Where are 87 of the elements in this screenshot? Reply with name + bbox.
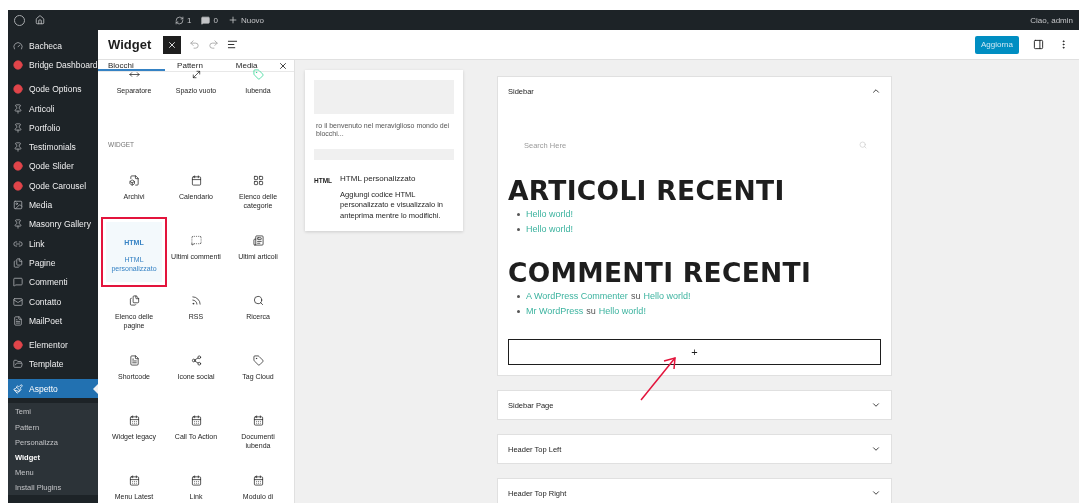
admin-nav-link[interactable]: Commenti	[8, 272, 98, 292]
circle-icon	[13, 161, 23, 172]
comments-link[interactable]: 0	[201, 15, 218, 25]
admin-nav-link[interactable]: Pagine	[8, 253, 98, 273]
folder-icon	[13, 359, 23, 370]
admin-nav-link[interactable]: Qode Options	[8, 79, 98, 99]
inserter-tab[interactable]: Blocchi	[98, 60, 165, 71]
pin-icon	[13, 122, 23, 133]
tag-icon	[252, 69, 264, 80]
tag-icon	[252, 355, 264, 366]
admin-nav-link[interactable]: Masonry Gallery	[8, 214, 98, 234]
section-heading: ARTICOLI RECENTI	[508, 175, 786, 206]
link-icon	[13, 238, 23, 249]
section-heading: COMMENTI RECENTI	[508, 257, 813, 288]
calendar-icon	[190, 475, 202, 486]
pages-icon	[128, 295, 140, 306]
add-block-button[interactable]: +	[508, 339, 881, 365]
admin-nav-link[interactable]: Media	[8, 195, 98, 215]
admin-nav-link[interactable]: Articoli	[8, 98, 98, 119]
refresh-icon	[175, 15, 184, 25]
bullet-icon	[517, 227, 520, 231]
envelope-icon	[13, 296, 23, 307]
annotation-arrow	[640, 357, 676, 401]
comment-icon	[190, 235, 202, 246]
admin-nav-link[interactable]: Elementor	[8, 335, 98, 355]
pin-icon	[13, 142, 23, 153]
gauge-icon	[13, 40, 23, 51]
circle-icon	[13, 340, 23, 351]
admin-nav-link[interactable]: Qode Slider	[8, 156, 98, 177]
calendar-icon	[190, 415, 202, 426]
admin-nav-link[interactable]: Bridge Dashboard	[8, 55, 98, 75]
list-text: su	[586, 305, 596, 317]
search-icon	[252, 295, 264, 306]
updates-link[interactable]: 1	[175, 15, 192, 25]
comment-icon	[13, 277, 23, 288]
shortcode-icon	[128, 355, 140, 366]
calendar-icon	[128, 415, 140, 426]
chevron-up-icon	[871, 86, 881, 96]
bullet-icon	[517, 309, 520, 313]
bullet-icon	[517, 294, 520, 298]
admin-nav-link[interactable]: Testimonials	[8, 137, 98, 157]
admin-nav-link[interactable]: Aspetto	[8, 379, 98, 399]
calendar-icon	[128, 475, 140, 486]
circle-icon	[13, 84, 23, 95]
list-icon	[252, 235, 264, 246]
resize-icon	[190, 69, 202, 80]
calendar-icon	[252, 475, 264, 486]
list-text: su	[630, 290, 641, 302]
close-icon	[167, 39, 178, 50]
close-icon[interactable]	[278, 60, 288, 71]
plus-icon	[227, 15, 238, 25]
calendar-icon	[190, 175, 202, 186]
list-view-icon[interactable]	[227, 39, 239, 50]
media-icon	[13, 200, 23, 210]
pin-icon	[13, 219, 23, 230]
chevron-down-icon	[871, 444, 881, 454]
separator-icon	[128, 69, 140, 80]
greeting-link[interactable]: Ciao, admin	[1030, 15, 1073, 25]
paintbrush-icon	[13, 383, 23, 394]
circle-icon	[13, 59, 23, 70]
preview-title: HTML personalizzato	[340, 173, 417, 183]
sidebar-toggle-icon[interactable]	[1033, 39, 1044, 50]
admin-nav-link[interactable]: Template	[8, 354, 98, 375]
archive-icon	[128, 175, 140, 186]
grid-icon	[252, 175, 264, 186]
circle-icon	[13, 180, 23, 191]
page-title: Widget	[108, 37, 152, 52]
calendar-icon	[252, 415, 264, 426]
admin-nav-link[interactable]: Qode Carousel	[8, 176, 98, 196]
inserter-toggle[interactable]	[163, 35, 182, 54]
rss-icon	[190, 295, 202, 306]
share-icon	[190, 355, 202, 366]
inserter-tab[interactable]: Pattern	[164, 60, 222, 71]
comment-icon	[201, 15, 211, 25]
chevron-down-icon	[871, 400, 881, 410]
new-link[interactable]: Nuovo	[227, 15, 265, 25]
admin-nav-link[interactable]: Portfolio	[8, 118, 98, 138]
pages-icon	[13, 257, 23, 268]
chevron-down-icon	[871, 488, 881, 498]
admin-nav-link[interactable]: Bacheca	[8, 36, 98, 56]
home-icon[interactable]	[35, 15, 45, 25]
inserter-tab[interactable]: Media	[221, 60, 278, 71]
pin-icon	[13, 103, 23, 114]
admin-nav-link[interactable]: Link	[8, 233, 98, 254]
bullet-icon	[517, 212, 520, 216]
admin-nav-link[interactable]: Contatto	[8, 291, 98, 312]
admin-nav-link[interactable]: MailPoet	[8, 311, 98, 331]
